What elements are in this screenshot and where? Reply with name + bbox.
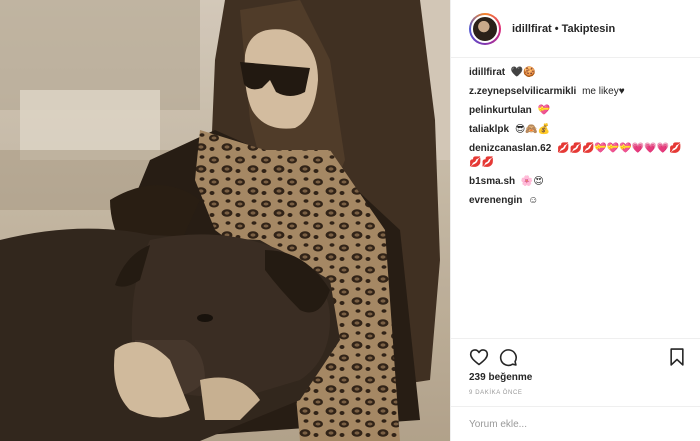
- comment-text: 🖤🍪: [510, 67, 536, 78]
- comment-username[interactable]: evrenengin: [469, 195, 522, 206]
- likes-count[interactable]: 239 beğenme: [469, 372, 532, 383]
- header-text: idillfirat • Takiptesin: [512, 23, 615, 35]
- post-timestamp: 9 DAKİKA ÖNCE: [469, 390, 523, 396]
- comment-input[interactable]: [469, 418, 669, 430]
- comment-text: 💝: [537, 105, 551, 116]
- save-button[interactable]: [667, 347, 687, 367]
- avatar-image: [471, 14, 499, 43]
- comment-text: ☺: [528, 195, 539, 206]
- post-photo: [0, 0, 450, 441]
- post-actions: [451, 338, 700, 368]
- comment-text: 🌸😍: [520, 176, 544, 187]
- comment-username[interactable]: idillfirat: [469, 67, 505, 78]
- username-link[interactable]: idillfirat: [512, 23, 552, 35]
- comment-bubble-icon: [499, 349, 517, 367]
- separator-dot: •: [554, 22, 559, 35]
- post-side-panel: idillfirat • Takiptesin idillfirat 🖤🍪 z.…: [450, 0, 700, 441]
- comment-username[interactable]: taliaklpk: [469, 124, 509, 135]
- comment-username[interactable]: pelinkurtulan: [469, 105, 532, 116]
- avatar[interactable]: [469, 12, 501, 45]
- comment-button[interactable]: [498, 347, 518, 367]
- comment-item: z.zeynepselvilicarmikli me likey♥: [469, 85, 691, 99]
- heart-icon: [469, 349, 489, 366]
- comment-item: taliaklpk 😎🙈💰: [469, 123, 691, 137]
- comment-username[interactable]: b1sma.sh: [469, 176, 515, 187]
- bookmark-icon: [670, 348, 684, 366]
- comment-username[interactable]: z.zeynepselvilicarmikli: [469, 86, 576, 97]
- post-header: idillfirat • Takiptesin: [451, 0, 700, 58]
- comment-item: evrenengin ☺: [469, 194, 691, 208]
- comment-item: idillfirat 🖤🍪: [469, 66, 691, 80]
- comments-list: idillfirat 🖤🍪 z.zeynepselvilicarmikli me…: [469, 66, 691, 213]
- comment-item: b1sma.sh 🌸😍: [469, 175, 691, 189]
- comment-text: me likey♥: [582, 86, 625, 97]
- like-button[interactable]: [469, 347, 489, 367]
- follow-status-button[interactable]: Takiptesin: [562, 23, 616, 35]
- add-comment-bar: [451, 406, 700, 441]
- comment-item: denizcanaslan.62 💋💋💋💝💝💝💗💗💗💋💋💋: [469, 142, 691, 170]
- comment-username[interactable]: denizcanaslan.62: [469, 143, 551, 154]
- comment-item: pelinkurtulan 💝: [469, 104, 691, 118]
- comment-text: 😎🙈💰: [514, 124, 551, 135]
